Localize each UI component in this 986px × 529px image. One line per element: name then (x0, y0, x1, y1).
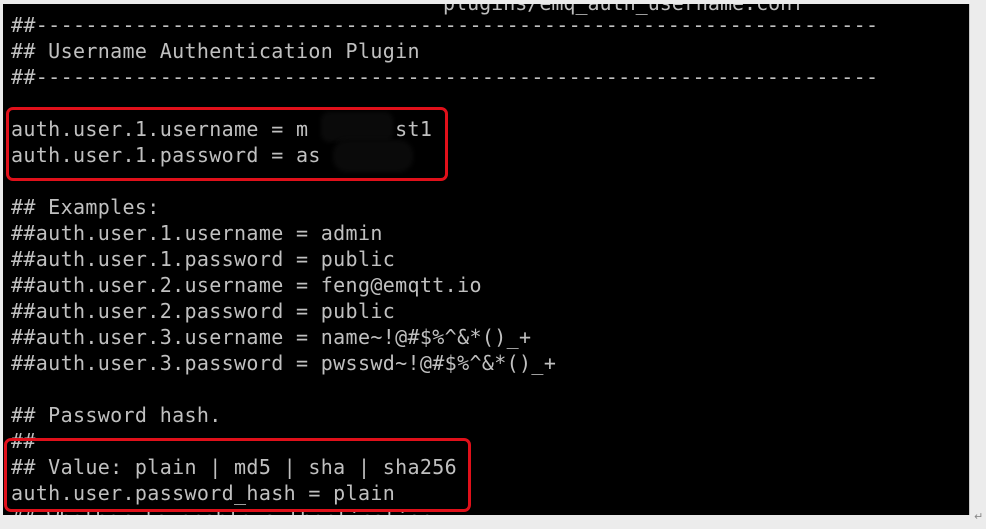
example-line: ##auth.user.2.password = public (11, 299, 396, 323)
terminal-text: ##--------------------------------------… (11, 12, 878, 506)
config-section-title: ## Username Authentication Plugin (11, 39, 420, 63)
config-separator-line: ##--------------------------------------… (11, 65, 879, 89)
example-line: ##auth.user.2.username = feng@emqtt.io (11, 273, 482, 297)
password-hash-comment: ## Password hash. (11, 403, 222, 427)
terminal-window[interactable]: plugins/emq_auth_username.conf ##-------… (3, 4, 970, 515)
config-separator-line: ##--------------------------------------… (11, 13, 879, 37)
example-line: ##auth.user.1.password = public (11, 247, 396, 271)
paragraph-mark-icon: ↵ (974, 510, 984, 523)
screenshot-frame: plugins/emq_auth_username.conf ##-------… (0, 0, 986, 529)
example-line: ##auth.user.3.username = name~!@#$%^&*()… (11, 325, 532, 349)
highlight-box-password-hash (4, 438, 471, 512)
example-line: ##auth.user.1.username = admin (11, 221, 383, 245)
example-line: ##auth.user.3.password = pwsswd~!@#$%^&*… (11, 351, 557, 375)
examples-comment: ## Examples: (11, 195, 160, 219)
highlight-box-credentials (6, 107, 448, 181)
